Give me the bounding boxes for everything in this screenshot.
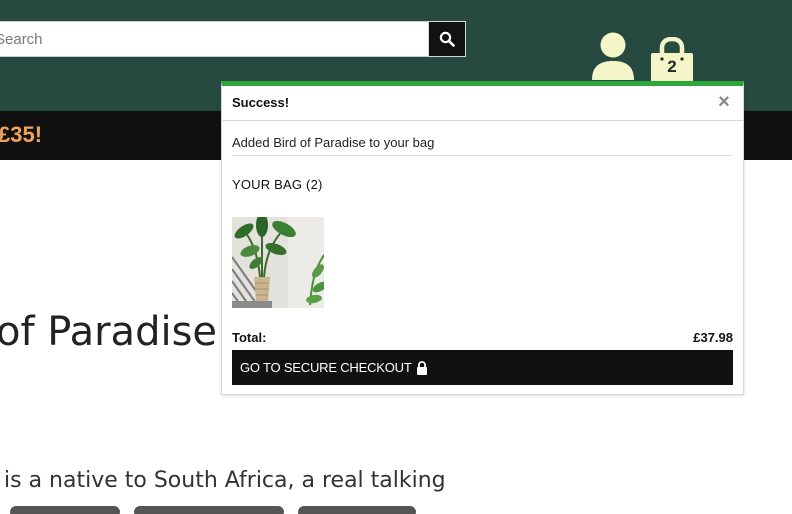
checkout-label: GO TO SECURE CHECKOUT — [240, 360, 412, 375]
total-value: £37.98 — [693, 330, 733, 345]
divider — [232, 155, 733, 156]
product-description: is a native to South Africa, a real talk… — [4, 468, 446, 493]
toast-message: Added Bird of Paradise to your bag — [232, 135, 435, 150]
total-label: Total: — [232, 330, 267, 345]
toast-header: Success! × — [222, 86, 743, 121]
success-toast: Success! × Added Bird of Paradise to you… — [221, 81, 744, 395]
bird-of-paradise-plant-image[interactable] — [232, 217, 324, 308]
bag-count-badge: 2 — [667, 57, 677, 76]
close-icon[interactable]: × — [715, 91, 733, 113]
lock-icon — [416, 360, 427, 375]
search-input[interactable] — [0, 21, 428, 57]
product-title: of Paradise — [0, 309, 218, 355]
bag-heading: YOUR BAG (2) — [232, 177, 323, 192]
toast-title: Success! — [232, 95, 290, 110]
search-icon — [439, 31, 455, 47]
secure-checkout-button[interactable]: GO TO SECURE CHECKOUT — [232, 350, 733, 385]
search-button[interactable] — [428, 21, 466, 57]
promo-text: £35! — [0, 122, 43, 147]
user-icon[interactable] — [590, 30, 636, 80]
product-description-continued — [4, 500, 424, 514]
